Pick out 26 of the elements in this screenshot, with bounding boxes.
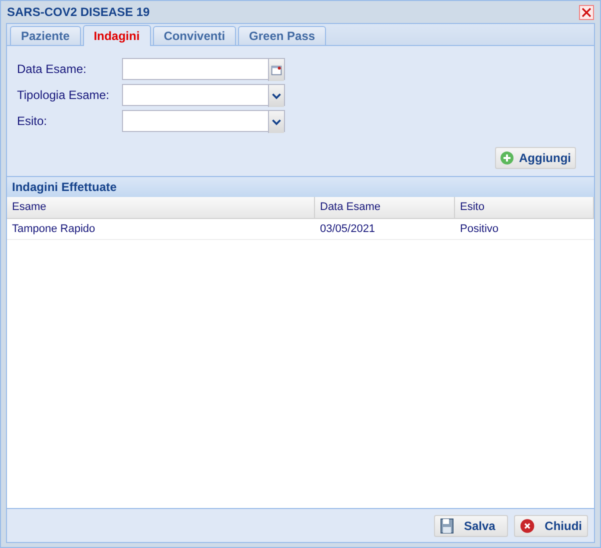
table-cell-text: Tampone Rapido	[11, 222, 96, 237]
column-header[interactable]: Data Esame	[315, 197, 455, 218]
field-label: Data Esame:	[17, 61, 88, 78]
window-title: SARS-COV2 DISEASE 19	[7, 4, 150, 21]
field-label: Esito:	[17, 113, 48, 130]
input-field[interactable]	[122, 58, 285, 80]
close-icon	[520, 518, 535, 534]
tab[interactable]: Indagini	[82, 25, 151, 46]
add-button[interactable]: Aggiungi	[495, 147, 576, 169]
column-header[interactable]: Esito	[455, 197, 594, 218]
field-label: Tipologia Esame:	[17, 87, 110, 104]
tab[interactable]: Conviventi	[152, 26, 236, 45]
input-field[interactable]	[122, 84, 285, 106]
close-button[interactable]	[579, 4, 594, 20]
save-button[interactable]: Salva	[434, 514, 508, 536]
close-button[interactable]: Chiudi	[514, 514, 588, 536]
input-field[interactable]	[122, 110, 285, 132]
tab[interactable]: Paziente	[10, 26, 81, 45]
column-header[interactable]: Esame	[7, 197, 315, 218]
calendar-icon[interactable]	[268, 59, 284, 81]
table-cell-text: 03/05/2021	[319, 222, 376, 237]
tab[interactable]: Green Pass	[238, 26, 326, 45]
plus-icon	[500, 151, 514, 165]
table-cell-text: Positivo	[459, 222, 500, 237]
grid-title: Indagini Effettuate	[12, 179, 117, 196]
close-icon	[581, 6, 592, 18]
